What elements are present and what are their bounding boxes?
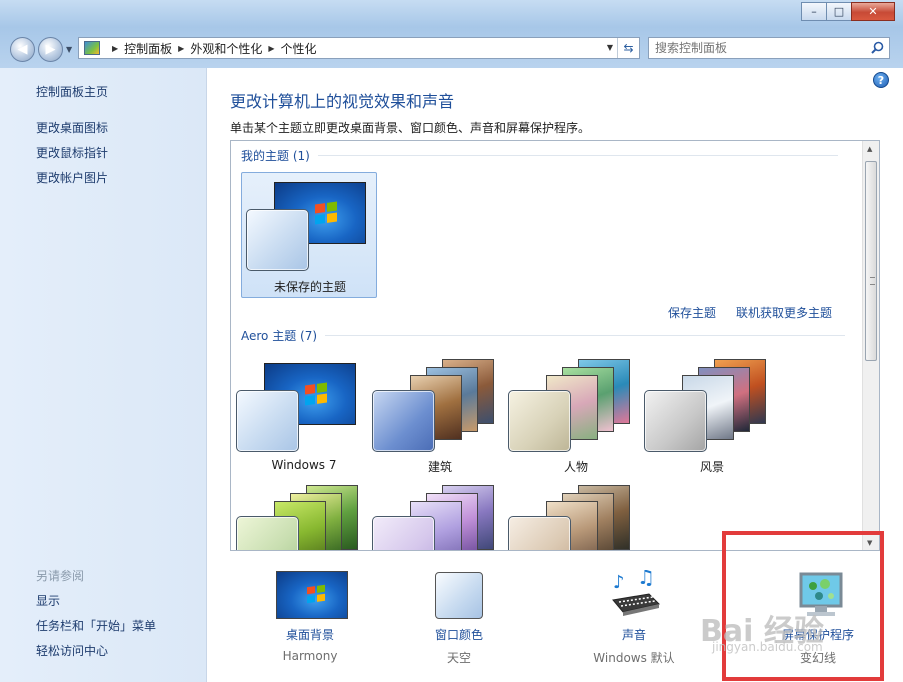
see-also-heading: 另请参阅 (36, 569, 85, 583)
desktop-background-value: Harmony (282, 649, 338, 663)
watermark-url: jingyan.baidu.com (712, 640, 823, 654)
recent-pages-dropdown-icon[interactable]: ▼ (66, 45, 72, 54)
theme-tile-united-states[interactable] (508, 481, 644, 550)
aero-themes-header: Aero 主题 (7) (241, 327, 846, 344)
divider (317, 155, 838, 156)
theme-name: 未保存的主题 (273, 280, 346, 294)
sounds-item[interactable]: ♪ ♫ 声音 Windows 默认 (569, 554, 699, 682)
breadcrumb: ▶ 控制面板 ▶ 外观和个性化 ▶ 个性化 (106, 40, 317, 57)
theme-tile-scenes[interactable] (372, 481, 508, 550)
window-color-value: 天空 (446, 651, 471, 665)
theme-list-scrollbar[interactable]: ▲ ▼ (862, 141, 879, 550)
windows-logo-icon (305, 382, 327, 406)
breadcrumb-personalization[interactable]: 个性化 (281, 40, 317, 57)
display-link[interactable]: 显示 (36, 592, 60, 609)
back-button[interactable]: ◀ (10, 37, 35, 62)
breadcrumb-control-panel[interactable]: 控制面板 (124, 40, 172, 57)
theme-name: Windows 7 (271, 458, 337, 472)
taskbar-start-menu-link[interactable]: 任务栏和「开始」菜单 (36, 617, 156, 634)
grip-icon (870, 277, 875, 285)
sounds-label[interactable]: 声音 (569, 626, 699, 643)
desktop-background-item[interactable]: 桌面背景 Harmony (245, 554, 375, 682)
window-color-thumbnail (508, 516, 571, 550)
theme-tile-landscapes[interactable]: 风景 (644, 355, 780, 481)
title-bar: – □ ✕ ◀ ▶ ▼ ▶ 控制面板 ▶ 外观和个性化 ▶ 个性化 ▼ ⇆ (0, 0, 903, 68)
theme-list[interactable]: 我的主题 (1) 未保存的主题 保存主题 联机获取更多主题 Aero 主题 (7… (230, 140, 880, 551)
theme-tile-architecture[interactable]: 建筑 (372, 355, 508, 481)
maximize-button[interactable]: □ (826, 2, 852, 21)
window-color-label[interactable]: 窗口颜色 (394, 626, 524, 643)
sound-keyboard-icon: ♪ ♫ (612, 570, 660, 616)
theme-name: 建筑 (427, 460, 452, 474)
save-theme-link[interactable]: 保存主题 (668, 304, 716, 321)
my-themes-header: 我的主题 (1) (241, 147, 838, 164)
arrow-right-icon: ▶ (45, 42, 56, 57)
address-history-dropdown-icon[interactable]: ▼ (607, 43, 613, 52)
svg-text:♫: ♫ (637, 570, 655, 589)
chevron-right-icon[interactable]: ▶ (268, 44, 274, 53)
breadcrumb-appearance[interactable]: 外观和个性化 (190, 40, 262, 57)
page-subtitle: 单击某个主题立即更改桌面背景、窗口颜色、声音和屏幕保护程序。 (230, 121, 591, 135)
aero-themes-header-label: Aero 主题 (7) (241, 329, 318, 343)
window-color-thumbnail (246, 209, 309, 271)
forward-button[interactable]: ▶ (38, 37, 63, 62)
theme-tile-windows7[interactable]: Windows 7 (236, 355, 372, 481)
close-button[interactable]: ✕ (851, 2, 895, 21)
left-pane: 控制面板主页 更改桌面图标 更改鼠标指针 更改帐户图片 另请参阅 显示 任务栏和… (0, 68, 207, 682)
scroll-thumb[interactable] (865, 161, 877, 361)
search-box[interactable] (648, 37, 890, 59)
window-color-thumbnail (508, 390, 571, 452)
refresh-button[interactable]: ⇆ (617, 38, 639, 58)
theme-tile-unsaved[interactable]: 未保存的主题 (241, 172, 377, 298)
windows-logo-icon (307, 584, 325, 604)
window-controls: – □ ✕ (801, 2, 895, 21)
sounds-value: Windows 默认 (593, 651, 675, 665)
search-input[interactable] (649, 38, 859, 58)
theme-name: 人物 (563, 460, 588, 474)
minimize-button[interactable]: – (801, 2, 827, 21)
chevron-right-icon[interactable]: ▶ (112, 44, 118, 53)
window-color-item[interactable]: 窗口颜色 天空 (394, 554, 524, 682)
address-bar[interactable]: ▶ 控制面板 ▶ 外观和个性化 ▶ 个性化 ▼ ⇆ (78, 37, 640, 59)
arrow-left-icon: ◀ (17, 42, 28, 57)
search-icon[interactable] (871, 41, 884, 54)
window-color-thumbnail (236, 390, 299, 452)
theme-name: 风景 (699, 460, 724, 474)
window-color-thumbnail (372, 390, 435, 452)
ease-of-access-link[interactable]: 轻松访问中心 (36, 642, 108, 659)
desktop-background-label[interactable]: 桌面背景 (245, 626, 375, 643)
change-desktop-icons-link[interactable]: 更改桌面图标 (36, 119, 108, 136)
help-icon[interactable]: ? (873, 72, 889, 88)
control-panel-icon (84, 41, 100, 55)
window-color-thumbnail (644, 390, 707, 452)
change-account-picture-link[interactable]: 更改帐户图片 (36, 169, 108, 186)
get-more-themes-link[interactable]: 联机获取更多主题 (736, 304, 832, 321)
control-panel-home-link[interactable]: 控制面板主页 (36, 83, 108, 100)
refresh-icon: ⇆ (623, 41, 634, 55)
scroll-up-icon[interactable]: ▲ (867, 145, 872, 153)
theme-tile-characters[interactable]: 人物 (508, 355, 644, 481)
window-color-thumbnail (372, 516, 435, 550)
desktop-background-thumbnail (276, 571, 348, 619)
window-color-thumbnail (236, 516, 299, 550)
chevron-right-icon[interactable]: ▶ (178, 44, 184, 53)
change-mouse-pointers-link[interactable]: 更改鼠标指针 (36, 144, 108, 161)
page-title: 更改计算机上的视觉效果和声音 (230, 92, 455, 111)
window-color-swatch (435, 572, 483, 619)
svg-text:♪: ♪ (613, 572, 625, 593)
windows-logo-icon (315, 201, 337, 225)
divider (325, 335, 846, 336)
theme-tile-nature[interactable] (236, 481, 372, 550)
my-themes-header-label: 我的主题 (1) (241, 149, 310, 163)
